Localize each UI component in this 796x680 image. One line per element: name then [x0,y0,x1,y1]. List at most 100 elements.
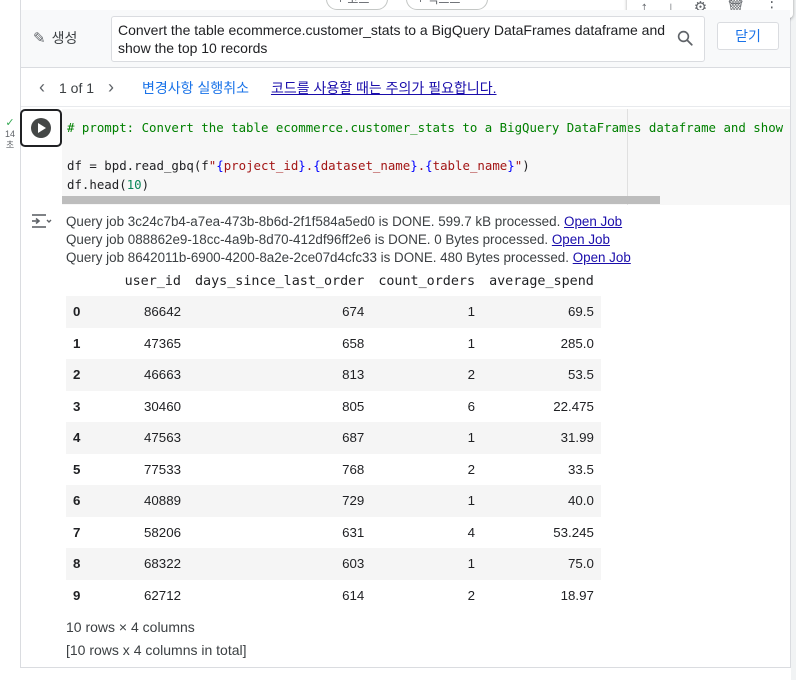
table-row: 2 46663 813 2 53.5 [66,359,601,391]
average-spend-cell: 33.5 [567,461,594,477]
open-job-link[interactable]: Open Job [564,214,622,229]
undo-changes-link[interactable]: 변경사항 실행취소 [142,78,249,98]
open-job-link[interactable]: Open Job [552,232,610,247]
user-id-cell: 40889 [96,485,188,517]
run-cell-button[interactable] [20,109,62,147]
code-horizontal-scrollbar[interactable] [62,196,660,204]
code-editor[interactable]: # prompt: Convert the table ecommerce.cu… [62,109,790,205]
query-job-text: Query job 3c24c7b4-a7ea-473b-8b6d-2f1f58… [66,214,561,229]
table-header-row: user_id days_since_last_order count_orde… [66,266,601,296]
user-id-cell: 62712 [144,587,181,603]
output-actions-icon[interactable] [30,212,54,232]
average-spend-cell: 53.245 [553,524,594,540]
query-job-text: Query job 088862e9-18cc-4a9b-8d70-412df9… [66,232,549,247]
row-index-cell: 3 [73,398,81,414]
close-button[interactable]: 닫기 [717,22,779,50]
table-row: 3 30460 805 6 22.475 [66,391,601,423]
average-spend-cell: 75.0 [482,548,601,580]
row-index-cell: 9 [73,587,81,603]
days-since-last-order-cell: 768 [342,461,365,477]
row-index-cell: 7 [73,524,81,540]
days-since-last-order-cell: 729 [188,485,372,517]
count-orders-cell: 1 [371,422,483,454]
add-code-button[interactable]: + 코드 [326,0,388,10]
column-header: days_since_last_order [195,273,365,289]
page-scrollbar[interactable] [791,0,796,680]
ruler-line [627,109,628,205]
column-header: average_spend [489,273,594,289]
row-index-cell: 6 [66,485,96,517]
table-row: 6 40889 729 1 40.0 [66,485,601,517]
days-since-last-order-cell: 658 [342,335,365,351]
table-row: 7 58206 631 4 53.245 [66,517,601,549]
magic-wand-icon: ✎ [33,30,46,47]
user-id-cell: 47563 [96,422,188,454]
add-text-button[interactable]: + 텍스트 [406,0,488,10]
query-job-line: Query job 8642011b-6900-4200-8a2e-2ce07d… [66,250,631,265]
average-spend-cell: 40.0 [482,485,601,517]
suggestion-nav: ‹ 1 of 1 › 변경사항 실행취소 코드를 사용할 때는 주의가 필요합니… [21,69,790,107]
prompt-input[interactable]: Convert the table ecommerce.customer_sta… [111,16,705,62]
user-id-cell: 47365 [144,335,181,351]
average-spend-cell: 18.97 [560,587,594,603]
count-orders-cell: 2 [467,587,476,603]
use-code-caution-link[interactable]: 코드를 사용할 때는 주의가 필요합니다. [271,78,497,98]
generate-label: ✎ 생성 [33,28,77,48]
user-id-cell: 68322 [96,548,188,580]
days-since-last-order-cell: 614 [342,587,365,603]
table-row: 4 47563 687 1 31.99 [66,422,601,454]
open-job-link[interactable]: Open Job [573,250,631,265]
days-since-last-order-cell: 674 [188,296,372,328]
chevron-left-icon[interactable]: ‹ [29,77,55,98]
count-orders-cell: 2 [467,461,476,477]
prompt-text: Convert the table ecommerce.customer_sta… [118,22,666,56]
user-id-cell: 30460 [144,398,181,414]
table-row: 5 77533 768 2 33.5 [66,454,601,486]
generate-panel: ✎ 생성 Convert the table ecommerce.custome… [21,10,790,68]
code-comment-line: # prompt: Convert the table ecommerce.cu… [67,120,790,135]
table-row: 1 47365 658 1 285.0 [66,328,601,360]
suggestion-counter: 1 of 1 [59,79,95,96]
check-icon: ✓ [5,117,15,129]
table-row: 0 86642 674 1 69.5 [66,296,601,328]
average-spend-cell: 22.475 [553,398,594,414]
average-spend-cell: 69.5 [482,296,601,328]
average-spend-cell: 31.99 [482,422,601,454]
average-spend-cell: 53.5 [482,359,601,391]
count-orders-cell: 1 [371,296,483,328]
days-since-last-order-cell: 687 [188,422,372,454]
query-job-line: Query job 3c24c7b4-a7ea-473b-8b6d-2f1f58… [66,214,622,229]
index-header [66,266,96,296]
count-orders-cell: 4 [467,524,476,540]
row-index-cell: 0 [66,296,96,328]
code-line-read-gbq: df = bpd.read_gbq(f"{project_id}.{datase… [67,158,530,173]
code-line-head: df.head(10) [67,177,150,192]
user-id-cell: 46663 [96,359,188,391]
user-id-cell: 86642 [96,296,188,328]
days-since-last-order-cell: 813 [188,359,372,391]
execution-time: 14 [4,129,15,139]
execution-status: ✓ 14 초 [3,118,17,151]
play-icon [31,118,51,138]
table-row: 8 68322 603 1 75.0 [66,548,601,580]
cell-bottom-border [20,667,791,668]
average-spend-cell: 285.0 [560,335,594,351]
generate-label-text: 생성 [51,30,78,46]
count-orders-cell: 2 [371,359,483,391]
user-id-cell: 77533 [144,461,181,477]
days-since-last-order-cell: 805 [342,398,365,414]
table-row: 9 62712 614 2 18.97 [66,580,601,612]
search-icon[interactable] [676,29,694,47]
count-orders-cell: 1 [371,548,483,580]
execution-time-unit: 초 [5,140,15,150]
count-orders-cell: 1 [467,335,476,351]
row-index-cell: 4 [66,422,96,454]
days-since-last-order-cell: 603 [188,548,372,580]
row-index-cell: 1 [73,335,81,351]
query-job-text: Query job 8642011b-6900-4200-8a2e-2ce07d… [66,250,569,265]
chevron-right-icon[interactable]: › [98,77,124,98]
dataframe-table: user_id days_since_last_order count_orde… [66,266,601,611]
shape-summary: 10 rows × 4 columns [66,619,195,635]
row-index-cell: 8 [66,548,96,580]
days-since-last-order-cell: 631 [342,524,365,540]
